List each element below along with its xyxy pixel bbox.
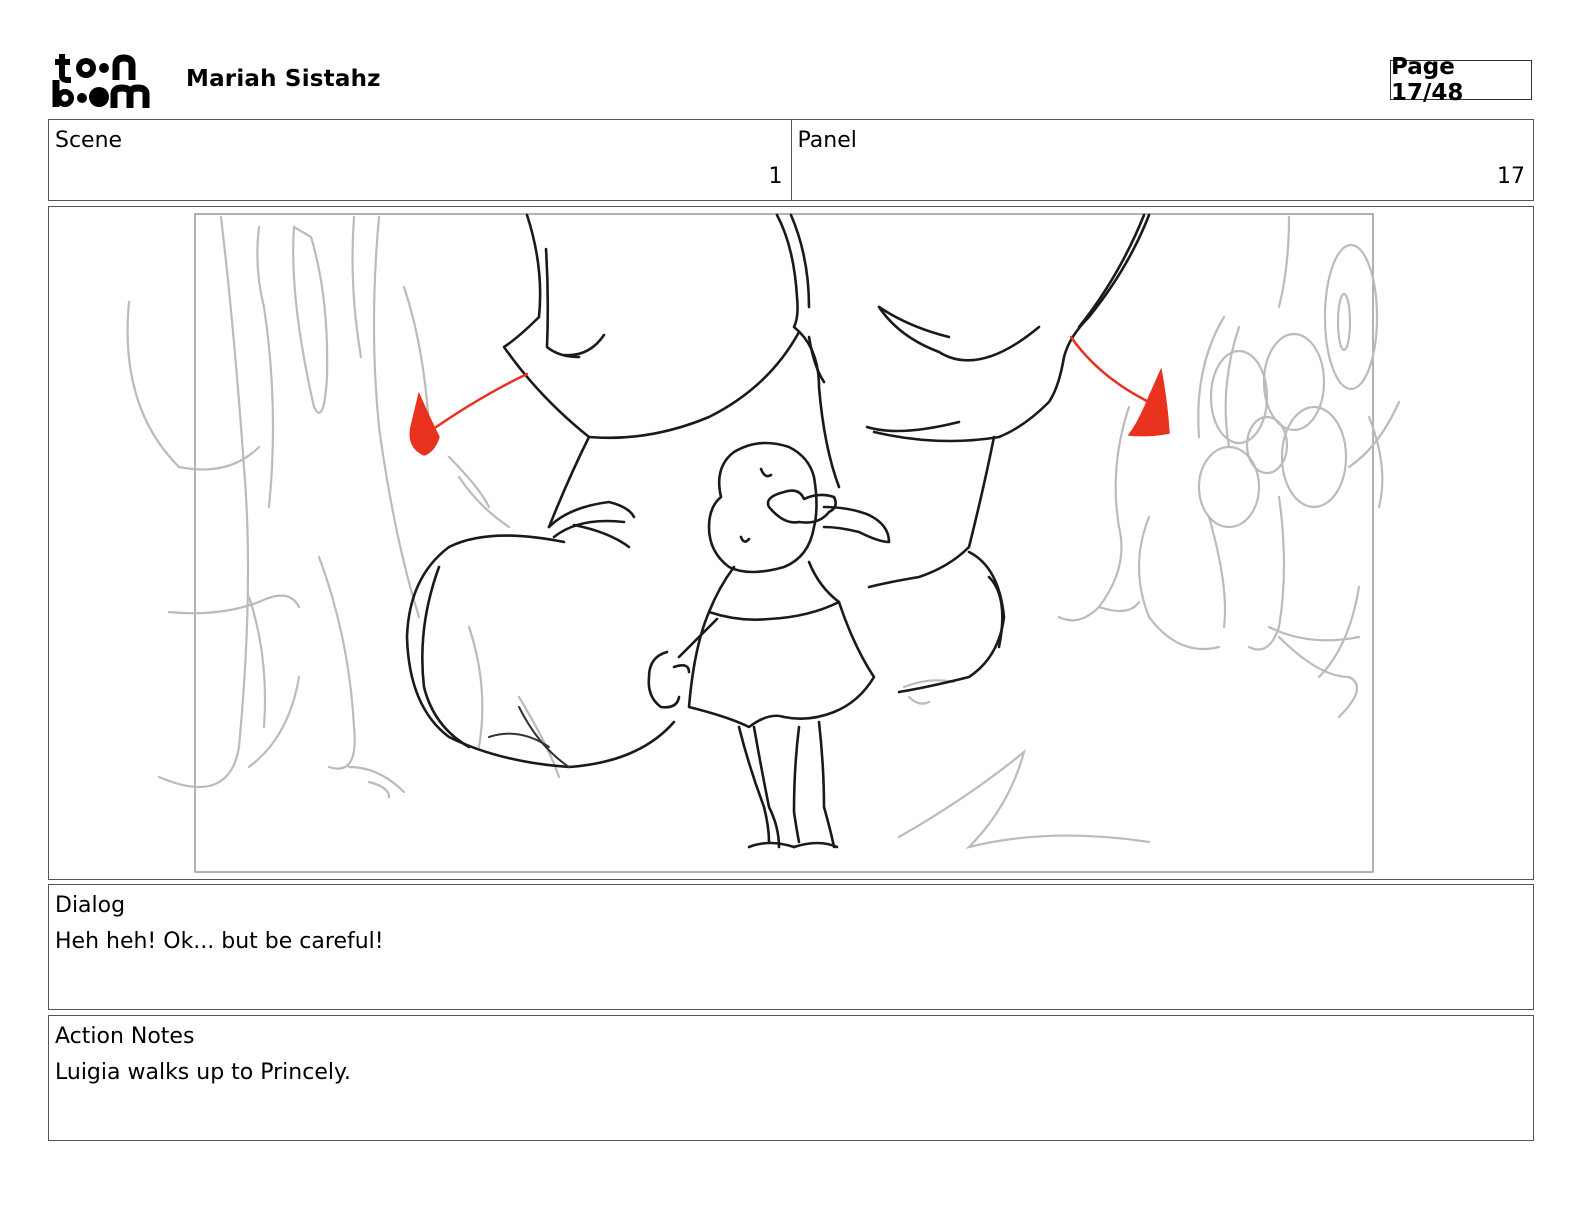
dialog-label: Dialog	[55, 893, 126, 918]
scene-value: 1	[768, 164, 783, 189]
toonboom-logo	[52, 54, 150, 108]
action-notes-text: Luigia walks up to Princely.	[55, 1060, 351, 1085]
action-notes-label: Action Notes	[55, 1024, 195, 1049]
action-notes-box: Action Notes Luigia walks up to Princely…	[48, 1015, 1534, 1141]
page-indicator: Page 17/48	[1390, 54, 1532, 106]
panel-value: 17	[1497, 164, 1525, 189]
panel-cell: Panel 17	[790, 120, 1534, 200]
scene-cell: Scene 1	[49, 120, 791, 200]
dialog-text: Heh heh! Ok... but be careful!	[55, 929, 384, 954]
dialog-box: Dialog Heh heh! Ok... but be careful!	[48, 884, 1534, 1010]
project-title: Mariah Sistahz	[186, 66, 381, 92]
scene-label: Scene	[55, 128, 123, 153]
storyboard-sketch	[126, 213, 1401, 873]
scene-panel-row: Scene 1 Panel 17	[48, 119, 1534, 201]
panel-label: Panel	[797, 128, 857, 153]
panel-image-frame	[48, 206, 1534, 880]
